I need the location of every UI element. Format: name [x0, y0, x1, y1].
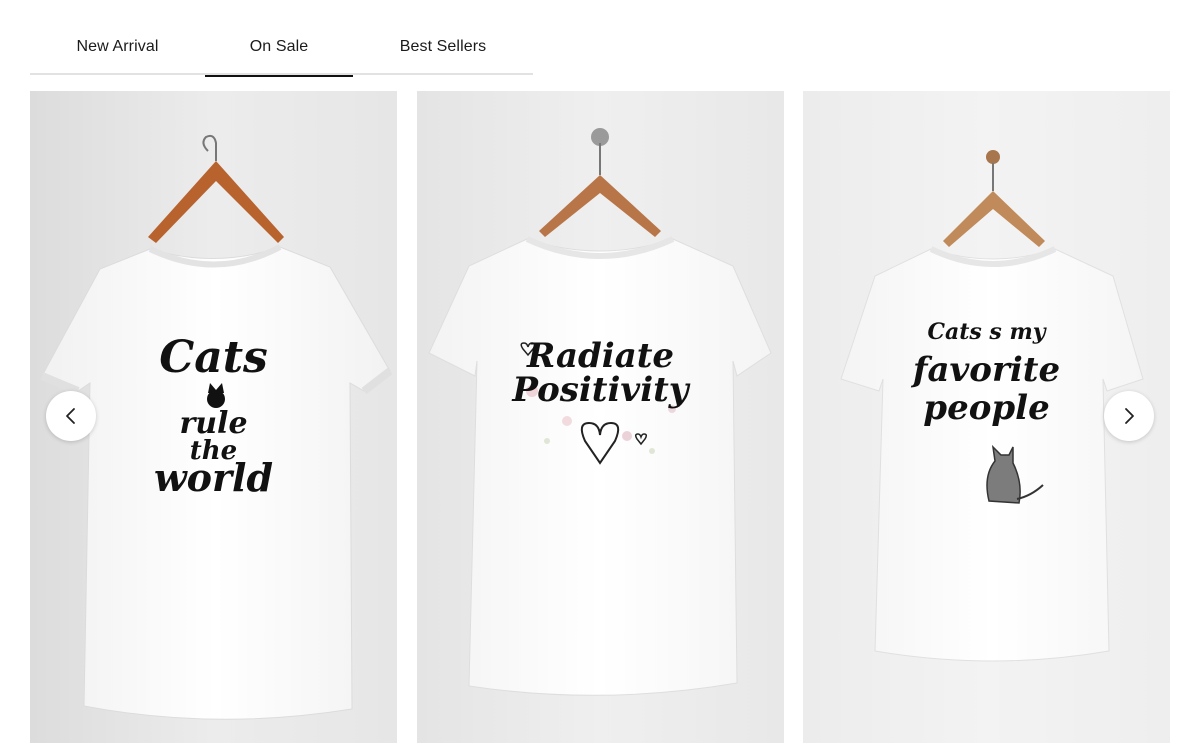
- print-line-4: world: [153, 455, 274, 500]
- print-line-1: Cats s my: [927, 319, 1046, 345]
- carousel-next-button[interactable]: [1104, 391, 1154, 441]
- print-line-2: favorite: [912, 350, 1061, 390]
- product-gallery: Cats rule the world Radiate Positivity C…: [30, 91, 1170, 743]
- product-image-tshirt: [417, 91, 784, 743]
- print-line-1: Cats: [159, 332, 268, 383]
- chevron-right-icon: [1125, 408, 1134, 424]
- tab-on-sale[interactable]: On Sale: [205, 24, 353, 77]
- product-tabs: New Arrival On Sale Best Sellers: [30, 24, 533, 77]
- print-line-1: Radiate: [526, 336, 675, 376]
- product-card-radiate-positivity[interactable]: Radiate Positivity: [417, 91, 784, 743]
- chevron-left-icon: [66, 408, 75, 424]
- tab-new-arrival[interactable]: New Arrival: [30, 24, 205, 75]
- carousel-prev-button[interactable]: [46, 391, 96, 441]
- tab-best-sellers[interactable]: Best Sellers: [353, 24, 533, 75]
- print-line-2: Positivity: [512, 370, 689, 410]
